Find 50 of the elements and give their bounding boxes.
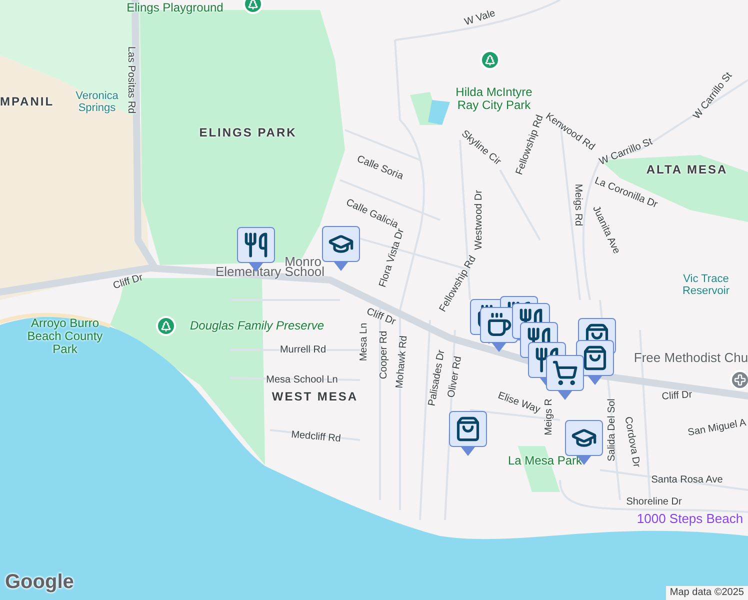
map-pin[interactable] [322, 226, 360, 272]
street-label: Mesa Ln [358, 322, 370, 362]
street-label: Meigs Rd [572, 184, 584, 226]
street-label: Westwood Dr [474, 190, 484, 250]
park-label: Douglas Family Preserve [190, 319, 324, 333]
park-label: Elings Playground [126, 1, 224, 15]
street-label: Cliff Dr [112, 272, 144, 292]
cross-icon [734, 374, 746, 386]
street-label: Mesa School Ln [266, 374, 338, 386]
street-label: Calle Soria [355, 154, 405, 182]
fork-knife-icon [243, 232, 269, 258]
street-label: Cordova Dr [622, 416, 642, 468]
map-data-attribution: Map data ©2025 [666, 586, 748, 600]
street-label: Cliff Dr [661, 389, 693, 403]
street-label: Oliver Rd [446, 356, 464, 398]
google-logo: Google [5, 570, 74, 595]
park-marker[interactable] [243, 0, 263, 14]
church-marker[interactable] [730, 370, 748, 390]
tree-icon [247, 0, 259, 10]
area-label: ALTA MESA [646, 163, 728, 177]
place-label: Free Methodist Chu [634, 350, 748, 366]
street-label: Mohawk Rd [394, 335, 410, 389]
area-label: WEST MESA [272, 390, 358, 404]
street-label: Flora Vista Dr [377, 227, 407, 289]
street-label: Las Positas Rd [126, 46, 136, 114]
beach-label: 1000 Steps Beach [636, 512, 744, 526]
street-label: Cooper Rd [378, 330, 390, 380]
street-label: Murrell Rd [280, 344, 326, 356]
park-marker[interactable] [480, 50, 500, 70]
park-label: La Mesa Park [508, 454, 582, 468]
street-label: Santa Rosa Ave [651, 474, 723, 486]
area-label: MPANIL [0, 95, 54, 109]
street-label: W Vale [463, 8, 497, 28]
street-label: Salida Del Sol [606, 398, 618, 462]
street-label: Elise Way [496, 390, 542, 416]
street-label: Palisades Dr [426, 349, 448, 407]
street-label: Meigs R [544, 398, 554, 436]
street-label: Shoreline Dr [626, 496, 682, 508]
area-label: ELINGS PARK [199, 126, 297, 140]
tree-icon [484, 54, 496, 66]
street-label: San Miguel A [687, 417, 747, 439]
water-label: Vic Trace Reservoir [681, 272, 731, 298]
park-label: Arroyo Burro Beach County Park [26, 317, 104, 357]
park-label: Hilda McIntyre Ray City Park [454, 86, 534, 112]
map-pin[interactable] [449, 411, 487, 457]
street-label: Medcliff Rd [290, 429, 342, 445]
street-label: Juanita Ave [590, 204, 622, 256]
tree-icon [160, 320, 172, 332]
shopping-bag-icon [455, 416, 481, 442]
place-label: Elementary School [215, 264, 325, 280]
